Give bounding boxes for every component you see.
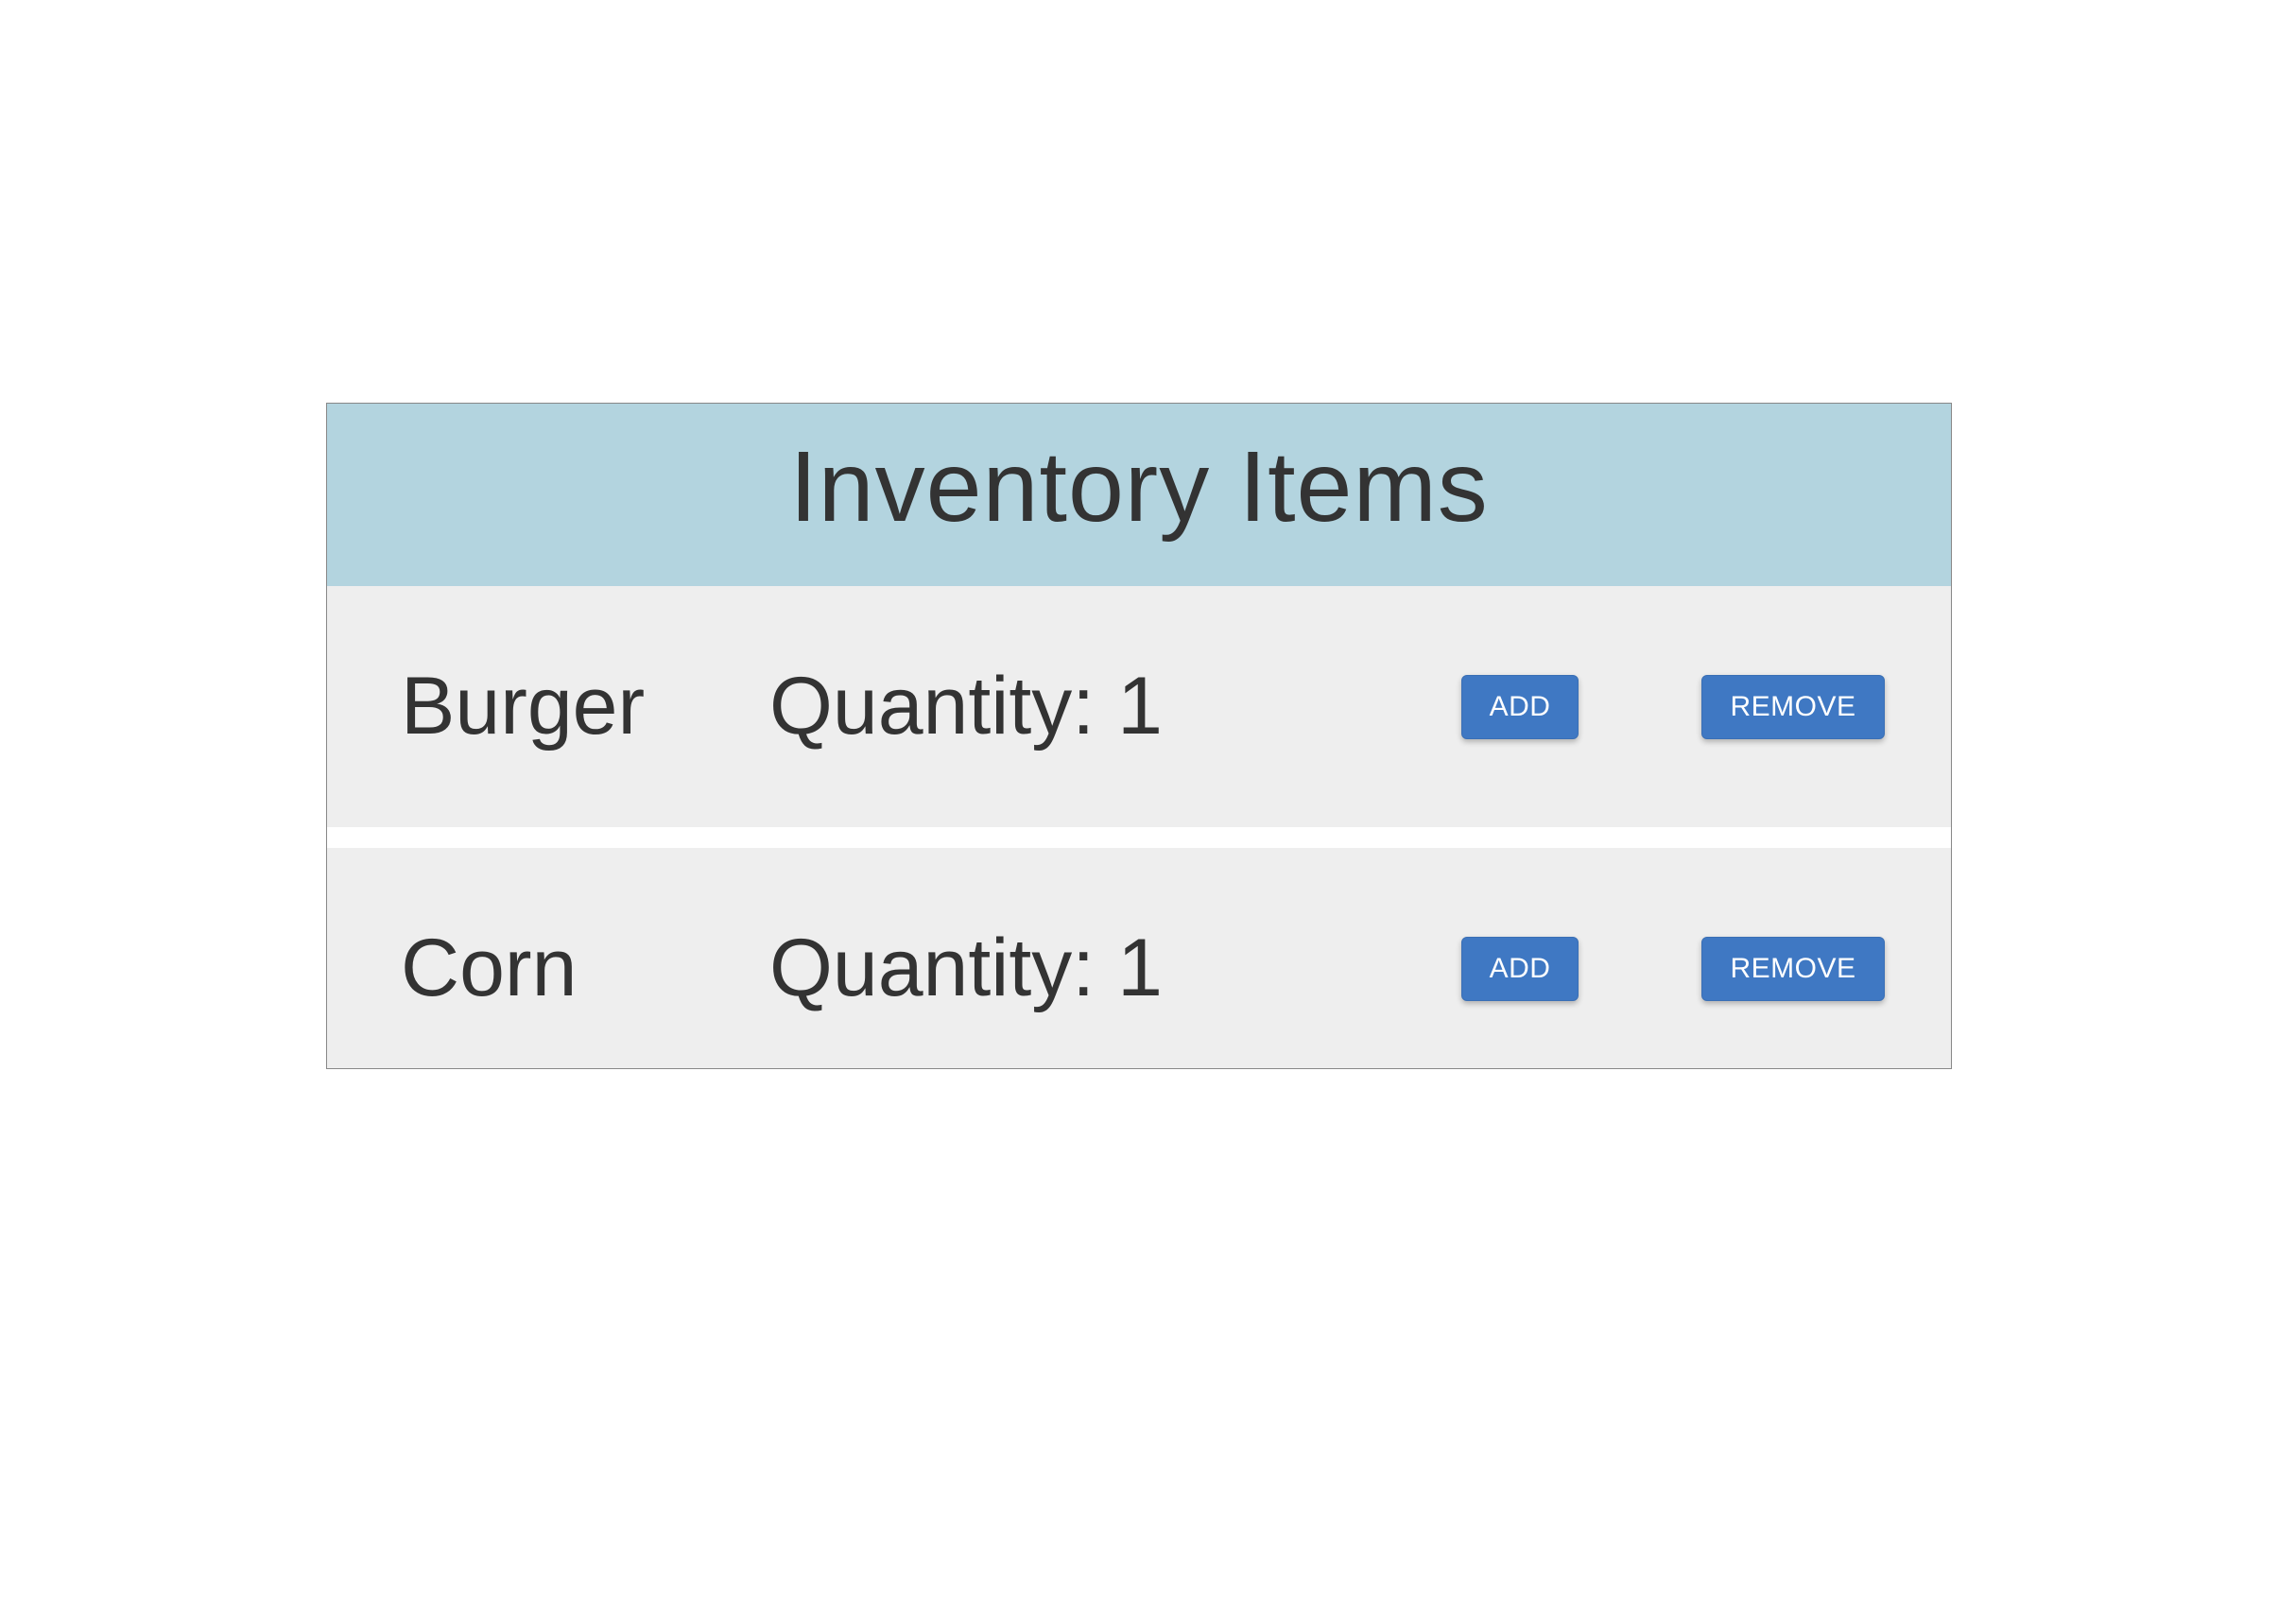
inventory-item-row: Corn Quantity: 1 ADD REMOVE: [327, 848, 1951, 1068]
inventory-panel: Inventory Items Burger Quantity: 1 ADD R…: [326, 403, 1952, 1069]
item-name: Burger: [401, 660, 769, 753]
add-button[interactable]: ADD: [1461, 937, 1579, 1001]
panel-title: Inventory Items: [327, 430, 1951, 544]
item-quantity: Quantity: 1: [769, 660, 1461, 753]
item-name: Corn: [401, 922, 769, 1015]
remove-button[interactable]: REMOVE: [1701, 937, 1885, 1001]
inventory-item-row: Burger Quantity: 1 ADD REMOVE: [327, 586, 1951, 848]
remove-button[interactable]: REMOVE: [1701, 675, 1885, 739]
panel-header: Inventory Items: [327, 404, 1951, 586]
add-button[interactable]: ADD: [1461, 675, 1579, 739]
inventory-panel-container: Inventory Items Burger Quantity: 1 ADD R…: [326, 403, 1952, 1069]
item-quantity: Quantity: 1: [769, 922, 1461, 1015]
